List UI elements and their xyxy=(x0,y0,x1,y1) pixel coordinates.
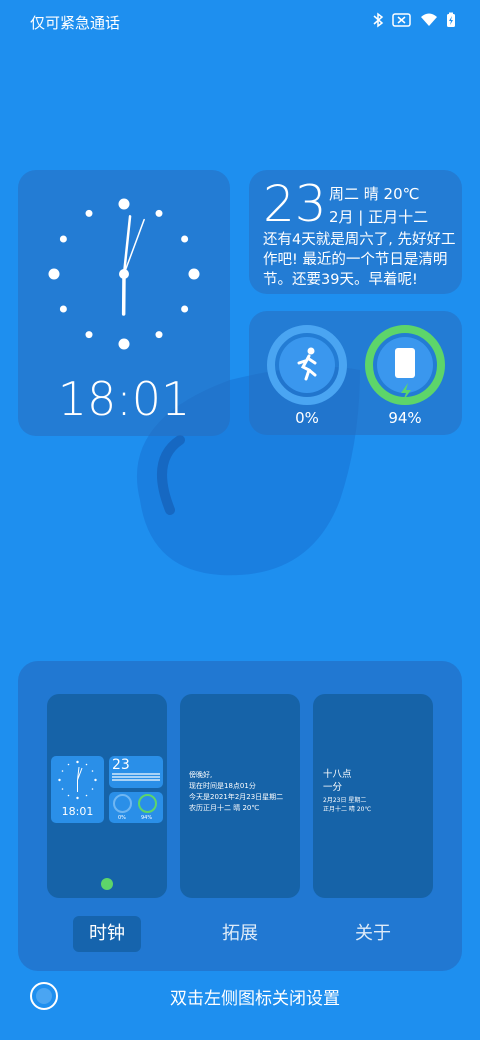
clock-tick xyxy=(59,305,67,313)
extend-line: 农历正月十二 晴 20℃ xyxy=(189,804,260,812)
date-message: 还有4天就是周六了, 先好好工作吧! 最近的一个节日是清明节。还要39天。早着呢… xyxy=(263,232,456,288)
date-weekday-weather: 周二 晴 20℃ xyxy=(329,185,420,203)
mini-steps-ring xyxy=(113,794,132,813)
phone-icon xyxy=(395,348,415,378)
style-option-about[interactable]: 十八点 一分 2月23日 星期二 正月十二 晴 20℃ xyxy=(313,694,433,898)
about-big-line: 十八点 xyxy=(323,769,352,780)
date-day: 23 xyxy=(263,175,327,233)
mini-date-widget: 23 xyxy=(109,756,163,788)
footer-hint: 双击左侧图标关闭设置 xyxy=(170,989,340,1009)
tab-extend[interactable]: 拓展 xyxy=(206,916,274,952)
about-small-line: 正月十二 晴 20℃ xyxy=(323,806,372,813)
about-preview-small: 2月23日 星期二 正月十二 晴 20℃ xyxy=(323,796,371,814)
tab-clock[interactable]: 时钟 xyxy=(73,916,141,952)
status-bar: 仅可紧急通话 xyxy=(0,0,480,44)
tab-about[interactable]: 关于 xyxy=(339,916,407,952)
status-icons xyxy=(372,12,456,28)
mini-battery-ring xyxy=(138,794,157,813)
extend-preview-text: 傍晚好, 现在时间是18点01分 今天是2021年2月23日星期二 农历正月十二… xyxy=(189,770,283,814)
about-small-line: 2月23日 星期二 xyxy=(323,797,367,804)
clock-tick xyxy=(188,268,200,280)
steps-percent: 0% xyxy=(295,409,319,427)
no-sim-icon xyxy=(392,12,412,28)
mini-date-lines xyxy=(112,773,160,775)
battery-percent: 94% xyxy=(388,409,422,427)
mini-clock-icon xyxy=(58,760,97,800)
date-widget[interactable]: 23 周二 晴 20℃ 2月 | 正月十二 还有4天就是周六了, 先好好工作吧!… xyxy=(249,170,462,294)
clock-tick xyxy=(155,331,163,339)
selected-indicator xyxy=(101,878,113,890)
clock-tick xyxy=(59,235,67,243)
mini-steps-percent: 0% xyxy=(118,815,126,821)
clock-tick xyxy=(118,338,130,350)
mini-stats-widget: 0% 94% xyxy=(109,792,163,823)
steps-ring xyxy=(267,325,347,405)
clock-center xyxy=(119,269,129,279)
clock-tick xyxy=(181,235,189,243)
status-text: 仅可紧急通话 xyxy=(30,14,121,32)
battery-charging-icon xyxy=(446,12,456,28)
battery-ring xyxy=(365,325,445,405)
bluetooth-icon xyxy=(372,12,384,28)
clock-tick xyxy=(155,209,163,217)
clock-tick xyxy=(181,305,189,313)
extend-line: 今天是2021年2月23日星期二 xyxy=(189,793,284,801)
clock-tick xyxy=(118,198,130,210)
clock-tick xyxy=(85,331,93,339)
mini-date-day: 23 xyxy=(112,757,130,773)
mini-time: 18:01 xyxy=(61,805,94,818)
style-option-extend[interactable]: 傍晚好, 现在时间是18点01分 今天是2021年2月23日星期二 农历正月十二… xyxy=(180,694,300,898)
analog-clock xyxy=(48,198,200,350)
clock-tick xyxy=(85,209,93,217)
extend-line: 现在时间是18点01分 xyxy=(189,782,256,790)
style-option-clock[interactable]: 18:01 23 0% 94% xyxy=(47,694,167,898)
about-big-line: 一分 xyxy=(323,782,343,793)
date-month-lunar: 2月 | 正月十二 xyxy=(329,208,429,226)
extend-line: 傍晚好, xyxy=(189,771,213,779)
clock-tick xyxy=(48,268,60,280)
settings-panel: 18:01 23 0% 94% 傍晚好, 现在时间是18点01分 今天是2021… xyxy=(18,661,462,971)
stats-widget[interactable]: 0% 94% xyxy=(249,311,462,435)
mini-clock-widget: 18:01 xyxy=(51,756,104,823)
digital-time: 18:01 xyxy=(57,372,191,426)
about-preview-big: 十八点 一分 xyxy=(323,768,352,794)
wifi-icon xyxy=(420,12,438,28)
mini-battery-percent: 94% xyxy=(141,815,153,821)
